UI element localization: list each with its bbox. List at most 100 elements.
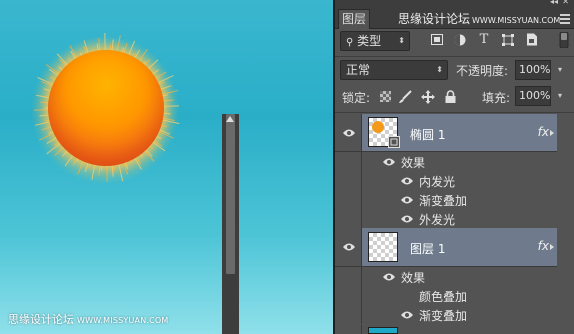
opacity-label: 不透明度:	[456, 64, 509, 78]
visibility-toggle[interactable]	[335, 114, 362, 151]
filter-kind-select[interactable]: ⚲ 类型 ⬍	[340, 31, 410, 51]
opacity-input[interactable]: 100%	[515, 60, 551, 80]
canvas-watermark: 思缘设计论坛 WWW.MISSYUAN.COM	[8, 311, 169, 327]
updown-arrow-icon: ⬍	[436, 65, 443, 74]
separator	[335, 112, 574, 113]
visibility-toggle[interactable]	[335, 325, 362, 334]
visibility-toggle[interactable]	[335, 286, 362, 305]
image-icon[interactable]	[430, 34, 444, 48]
visibility-toggle[interactable]	[335, 190, 362, 209]
layer-name: 图层 1	[410, 242, 446, 256]
sun-ray	[160, 89, 179, 96]
sun-ray	[161, 105, 179, 107]
opacity-dropdown-icon[interactable]: ▾	[558, 65, 562, 74]
header-watermark-url: WWW.MISSYUAN.COM	[472, 16, 561, 25]
layers-list: 椭圆 1 fx 效果 内发光 渐变叠加 外发光 图层 1 fx 效果 颜色叠加 …	[335, 114, 574, 334]
eye-icon[interactable]	[401, 177, 413, 185]
lock-all-icon[interactable]	[443, 90, 457, 104]
close-icon[interactable]: ✕	[562, 0, 569, 6]
effect-name: 渐变叠加	[419, 309, 468, 323]
sun-rays	[34, 33, 180, 182]
lock-move-icon[interactable]	[421, 90, 435, 104]
type-icon[interactable]: T	[477, 33, 491, 47]
separator	[335, 56, 574, 57]
adjustment-icon[interactable]	[453, 34, 467, 48]
panel-menu-icon[interactable]	[560, 14, 570, 26]
effect-row[interactable]: 渐变叠加	[335, 305, 557, 324]
eye-icon[interactable]	[343, 129, 355, 137]
layers-scrollbar[interactable]	[222, 114, 239, 334]
lock-row: 锁定: 填充: 100% ▾	[335, 86, 574, 108]
scroll-up-icon[interactable]	[226, 116, 234, 122]
sun-ray	[117, 162, 124, 182]
effect-row[interactable]: 渐变叠加	[335, 190, 557, 209]
eye-icon[interactable]	[401, 215, 413, 223]
fx-icon[interactable]: fx	[538, 239, 549, 253]
lock-label: 锁定:	[342, 91, 371, 105]
scrollbar-thumb[interactable]	[226, 114, 235, 274]
layer-row-layer1[interactable]: 图层 1 fx	[335, 228, 557, 267]
effect-row[interactable]: 外发光	[335, 209, 557, 228]
expand-effects-icon[interactable]	[550, 228, 557, 266]
panel-tabbar: 图层 思缘设计论坛 WWW.MISSYUAN.COM	[335, 7, 574, 29]
visibility-toggle[interactable]	[335, 267, 362, 286]
visibility-toggle[interactable]	[335, 171, 362, 190]
filter-kind-label: 类型	[357, 34, 382, 48]
effects-label: 效果	[401, 156, 426, 170]
document-canvas[interactable]: 思缘设计论坛 WWW.MISSYUAN.COM	[0, 0, 333, 334]
layer-row-ellipse[interactable]: 椭圆 1 fx	[335, 114, 557, 152]
layer-thumbnail-background	[368, 327, 398, 334]
sun-ray	[77, 159, 85, 175]
filter-toggle[interactable]	[557, 31, 571, 49]
eye-icon[interactable]	[343, 243, 355, 251]
effect-name: 外发光	[419, 213, 456, 227]
eye-icon[interactable]	[401, 311, 413, 319]
lock-transparent-icon[interactable]	[378, 91, 392, 105]
sun-ray	[151, 140, 166, 152]
sun-ray	[46, 141, 63, 155]
visibility-toggle[interactable]	[335, 228, 362, 266]
effects-group-row[interactable]: 效果	[335, 267, 557, 286]
panel-topstrip: ◂◂ ✕	[335, 0, 574, 7]
effect-row[interactable]: 内发光	[335, 171, 557, 190]
tab-layers[interactable]: 图层	[338, 9, 370, 29]
header-watermark-text: 思缘设计论坛	[398, 12, 471, 26]
updown-arrow-icon: ⬍	[398, 36, 405, 45]
eye-icon[interactable]	[383, 273, 395, 281]
visibility-toggle[interactable]	[335, 305, 362, 324]
effects-group-row[interactable]: 效果	[335, 152, 557, 171]
visibility-toggle[interactable]	[335, 152, 362, 171]
fill-label: 填充:	[482, 91, 511, 105]
fx-icon[interactable]: fx	[538, 125, 549, 139]
sun-ray	[143, 149, 155, 162]
eye-icon[interactable]	[401, 196, 413, 204]
filter-row: ⚲ 类型 ⬍ T	[335, 30, 574, 54]
collapse-icon[interactable]: ◂◂	[550, 0, 558, 6]
fill-input[interactable]: 100%	[515, 86, 551, 106]
blend-mode-select[interactable]: 正常 ⬍	[340, 60, 448, 80]
sun-ellipse	[48, 50, 164, 166]
canvas-watermark-text: 思缘设计论坛	[8, 313, 74, 326]
effects-label: 效果	[401, 271, 426, 285]
effect-row[interactable]: 颜色叠加	[335, 286, 557, 305]
shape-icon[interactable]	[501, 34, 515, 48]
eye-icon[interactable]	[383, 158, 395, 166]
effect-name: 渐变叠加	[419, 194, 468, 208]
lock-brush-icon[interactable]	[398, 90, 412, 104]
blend-mode-label: 正常	[346, 63, 371, 77]
search-icon: ⚲	[346, 37, 354, 48]
shape-layer-icon	[388, 136, 400, 148]
expand-effects-icon[interactable]	[550, 114, 557, 151]
layer-row-partial[interactable]	[335, 325, 557, 334]
smartobject-icon[interactable]	[525, 33, 539, 47]
fill-dropdown-icon[interactable]: ▾	[558, 91, 562, 100]
effect-name: 内发光	[419, 175, 456, 189]
visibility-toggle[interactable]	[335, 209, 362, 228]
blend-row: 正常 ⬍ 不透明度: 100% ▾	[335, 59, 574, 83]
sun-ray	[160, 119, 180, 125]
canvas-watermark-url: WWW.MISSYUAN.COM	[77, 316, 169, 325]
sun-ray	[91, 162, 96, 180]
effect-name: 颜色叠加	[419, 290, 468, 304]
layer-name: 椭圆 1	[410, 128, 446, 142]
panel-header-watermark: 思缘设计论坛 WWW.MISSYUAN.COM	[398, 10, 560, 27]
